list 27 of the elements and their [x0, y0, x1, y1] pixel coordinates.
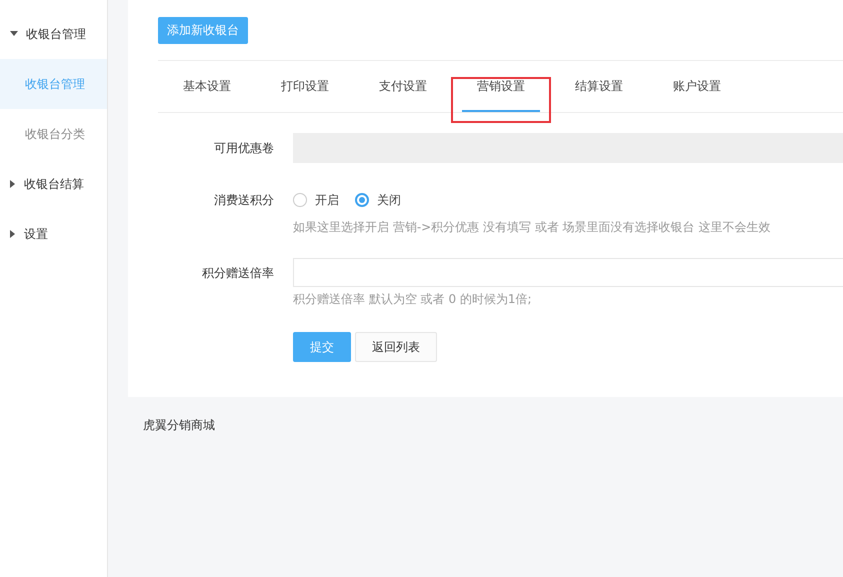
tab[interactable]: 营销设置	[452, 61, 550, 112]
caret-right-icon	[10, 180, 16, 188]
tab[interactable]: 支付设置	[354, 61, 452, 112]
footer-text: 虎翼分销商城	[142, 417, 216, 434]
radio-label: 关闭	[377, 192, 401, 208]
sidebar-item[interactable]: 收银台分类	[0, 109, 107, 159]
sidebar-group[interactable]: 收银台管理	[0, 9, 107, 59]
radio-label: 开启	[315, 192, 339, 208]
back-button[interactable]: 返回列表	[355, 332, 437, 362]
tab[interactable]: 基本设置	[158, 61, 256, 112]
sidebar-group[interactable]: 设置	[0, 209, 107, 259]
tab[interactable]: 打印设置	[256, 61, 354, 112]
tab[interactable]: 结算设置	[550, 61, 648, 112]
radio-button[interactable]	[293, 193, 307, 207]
sidebar-group[interactable]: 收银台结算	[0, 159, 107, 209]
radio-option[interactable]: 开启	[293, 192, 339, 208]
help-text: 如果这里选择开启 营销->积分优惠 没有填写 或者 场景里面没有选择收银台 这里不会生效	[293, 219, 772, 236]
tab[interactable]: 账户设置	[648, 61, 746, 112]
help-text: 积分赠送倍率 默认为空 或者 0 的时候为1倍;	[293, 291, 533, 308]
caret-right-icon	[10, 230, 16, 238]
caret-down-icon	[10, 31, 18, 37]
input-field[interactable]	[293, 258, 843, 287]
field-label: 消费送积分	[213, 192, 274, 209]
radio-button[interactable]	[355, 193, 369, 207]
field-label: 积分赠送倍率	[201, 265, 274, 282]
radio-option[interactable]: 关闭	[355, 192, 401, 208]
field-label: 可用优惠卷	[213, 140, 274, 157]
